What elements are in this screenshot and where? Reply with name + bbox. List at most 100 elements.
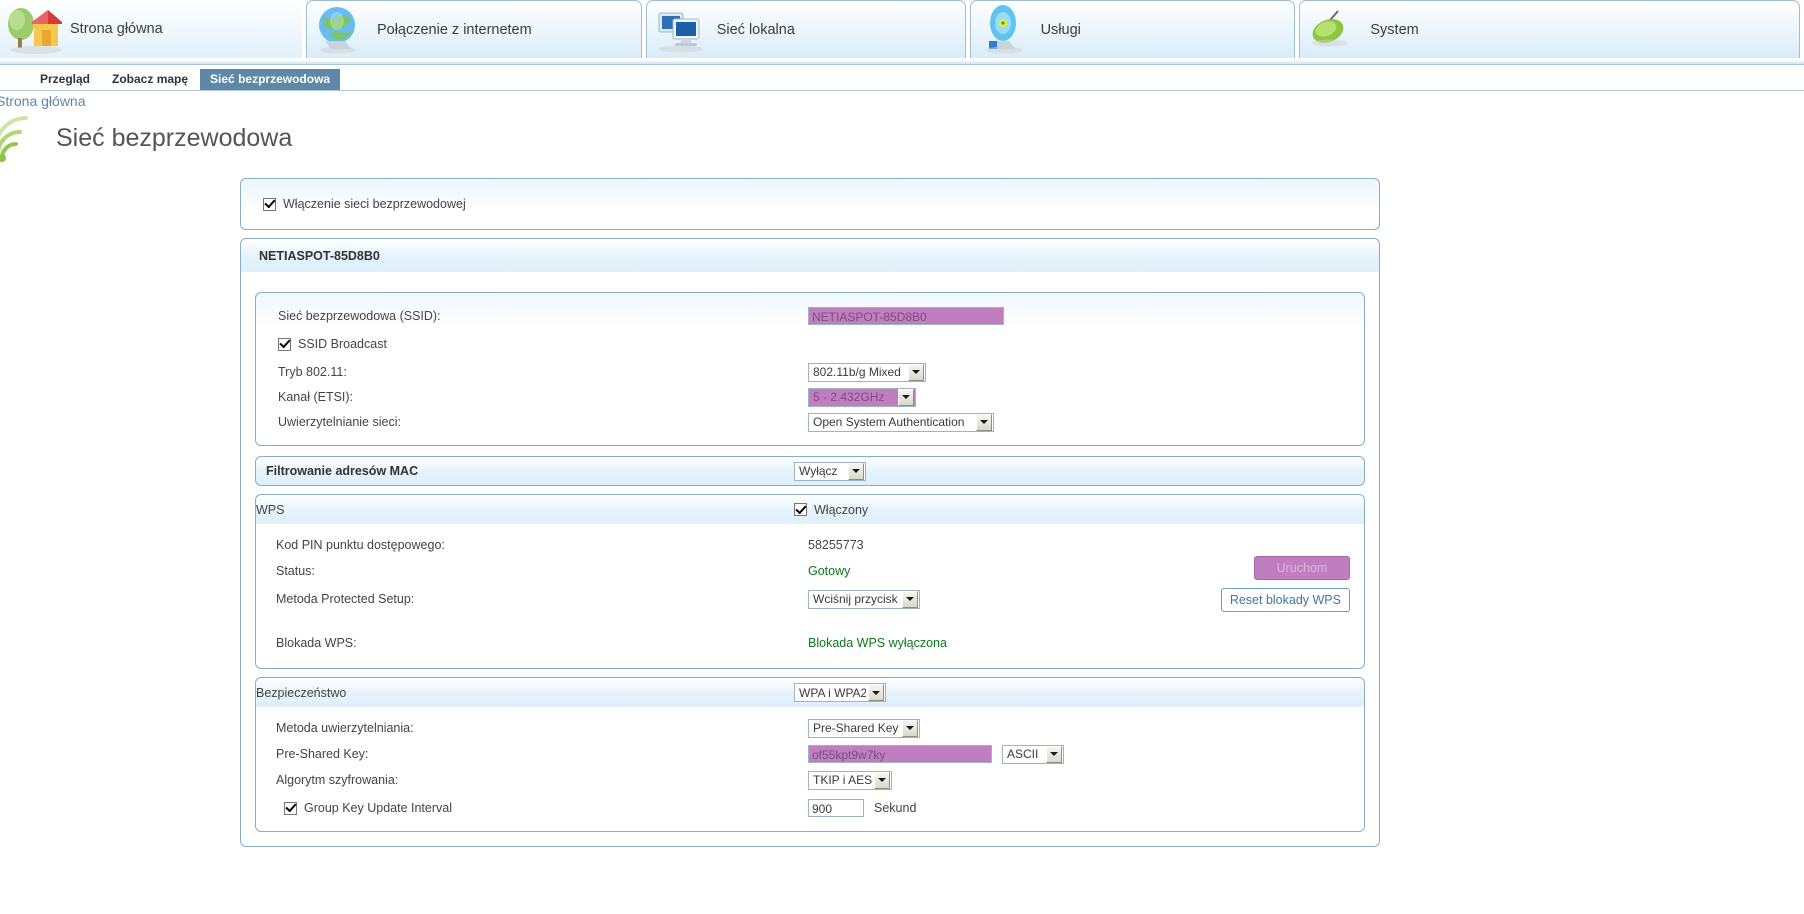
security-header: Bezpieczeństwo WPA i WPA2 (255, 677, 1365, 707)
secondary-navigation: Przegląd Zobacz mapę Sieć bezprzewodowa (0, 68, 1804, 90)
psk-input[interactable]: of55kpt9w7ky (808, 745, 992, 763)
chevron-down-icon[interactable] (908, 363, 924, 381)
cipher-value: TKIP i AES (813, 773, 872, 787)
mode-label: Tryb 802.11: (278, 365, 347, 379)
wps-lock-label: Blokada WPS: (276, 636, 357, 650)
mode-select[interactable]: 802.11b/g Mixed (808, 362, 926, 382)
ssid-group-body: Sieć bezprzewodowa (SSID): NETIASPOT-85D… (240, 272, 1380, 847)
auth-select[interactable]: Open System Authentication (808, 412, 994, 432)
psk-label: Pre-Shared Key: (276, 747, 369, 761)
security-mode-value: WPA i WPA2 (799, 685, 866, 700)
page-header: Sieć bezprzewodowa (0, 112, 292, 164)
mac-filter-value: Wyłącz (799, 464, 838, 478)
chevron-down-icon[interactable] (874, 771, 890, 789)
nav-underline (0, 60, 1804, 65)
two-monitors-icon (651, 3, 711, 57)
row-auth: Uwierzytelnianie sieci: Open System Auth… (256, 411, 1364, 433)
subnav-item-przeglad[interactable]: Przegląd (30, 69, 100, 90)
channel-label: Kanał (ETSI): (278, 390, 354, 404)
subnav-item-zobacz-mape[interactable]: Zobacz mapę (102, 69, 198, 90)
psk-format-value: ASCII (1007, 747, 1039, 761)
mac-filter-bar: Filtrowanie adresów MAC Wyłącz (255, 456, 1365, 486)
row-cipher: Algorytm szyfrowania: TKIP i AES (256, 769, 1364, 791)
auth-label: Uwierzytelnianie sieci: (278, 415, 401, 429)
group-key-update-checkbox[interactable] (284, 801, 297, 815)
chevron-down-icon[interactable] (976, 413, 992, 431)
wps-title: WPS (256, 502, 285, 517)
wireless-enable-label: Włączenie sieci bezprzewodowej (283, 197, 466, 211)
blue-disc-icon (975, 3, 1035, 57)
chevron-down-icon[interactable] (902, 719, 918, 737)
channel-select[interactable]: 5 - 2.432GHz (808, 387, 916, 407)
primary-navigation: Strona główna Połączenie z internetem Si… (0, 0, 1804, 64)
row-channel: Kanał (ETSI): 5 - 2.432GHz (256, 386, 1364, 408)
security-mode-select[interactable]: WPA i WPA2 (794, 683, 886, 702)
ssid-broadcast-checkbox[interactable] (278, 337, 291, 351)
mode-select-value: 802.11b/g Mixed (813, 365, 901, 379)
row-auth-method: Metoda uwierzytelniania: Pre-Shared Key (256, 717, 1364, 739)
row-group-key-update: Group Key Update Interval 900 Sekund (256, 797, 1364, 819)
auth-method-label: Metoda uwierzytelniania: (276, 721, 414, 735)
green-gear-icon (1304, 3, 1364, 57)
row-ssid-broadcast: SSID Broadcast (256, 333, 1364, 355)
chevron-down-icon[interactable] (1046, 745, 1062, 763)
nav-tab-label: Usługi (1040, 21, 1081, 38)
wps-start-button-wrap: Uruchom (1254, 556, 1350, 580)
security-section: Bezpieczeństwo WPA i WPA2 Metoda uwierzy… (255, 677, 1365, 832)
auth-select-value: Open System Authentication (813, 415, 965, 429)
row-psk: Pre-Shared Key: of55kpt9w7ky ASCII (256, 743, 1364, 765)
nav-tab-label: Połączenie z internetem (376, 21, 532, 38)
house-tree-icon (4, 2, 64, 56)
chevron-down-icon[interactable] (868, 684, 884, 701)
row-ssid: Sieć bezprzewodowa (SSID): NETIASPOT-85D… (256, 305, 1364, 327)
breadcrumb[interactable]: Strona główna (0, 93, 86, 109)
wps-method-label: Metoda Protected Setup: (276, 592, 415, 606)
cipher-select[interactable]: TKIP i AES (808, 770, 892, 790)
mac-filter-title: Filtrowanie adresów MAC (266, 464, 419, 478)
wps-status-label: Status: (276, 564, 315, 578)
ssid-label: Sieć bezprzewodowa (SSID): (278, 309, 441, 323)
group-key-update-label: Group Key Update Interval (304, 801, 452, 815)
row-wps-method: Metoda Protected Setup: Wciśnij przycisk (256, 588, 1364, 610)
nav-tab-uslugi[interactable]: Usługi (969, 0, 1296, 58)
wps-enabled-label: Włączony (814, 502, 869, 517)
wps-start-button[interactable]: Uruchom (1254, 556, 1350, 580)
wps-pin-value: 58255773 (808, 538, 864, 552)
wps-pin-label: Kod PIN punktu dostępowego: (276, 538, 445, 552)
ssid-group: NETIASPOT-85D8B0 Sieć bezprzewodowa (SSI… (240, 238, 1380, 847)
ssid-broadcast-label: SSID Broadcast (298, 337, 387, 351)
psk-format-select[interactable]: ASCII (1002, 744, 1064, 764)
ssid-input[interactable]: NETIASPOT-85D8B0 (808, 307, 1004, 325)
security-title: Bezpieczeństwo (256, 685, 347, 700)
nav-tab-polaczenie-z-internetem[interactable]: Połączenie z internetem (305, 0, 642, 58)
chevron-down-icon[interactable] (898, 388, 914, 406)
nav-tab-strona-glowna[interactable]: Strona główna (0, 0, 302, 58)
globe-icon (311, 3, 371, 57)
wps-status-value: Gotowy (808, 564, 851, 578)
nav-tab-siec-lokalna[interactable]: Sieć lokalna (645, 0, 966, 58)
chevron-down-icon[interactable] (902, 590, 918, 608)
page-title: Sieć bezprzewodowa (56, 123, 293, 152)
wps-reset-button-wrap: Reset blokady WPS (1220, 588, 1350, 612)
auth-method-select[interactable]: Pre-Shared Key (808, 718, 920, 738)
mac-filter-select[interactable]: Wyłącz (794, 461, 866, 481)
ssid-settings-panel: Sieć bezprzewodowa (SSID): NETIASPOT-85D… (255, 292, 1365, 446)
nav-tab-system[interactable]: System (1299, 0, 1800, 58)
security-body: Metoda uwierzytelniania: Pre-Shared Key … (255, 707, 1365, 832)
wps-method-value: Wciśnij przycisk (813, 592, 898, 606)
wps-lock-value: Blokada WPS wyłączona (808, 636, 947, 650)
main-content: Włączenie sieci bezprzewodowej NETIASPOT… (240, 178, 1380, 855)
row-wps-pin: Kod PIN punktu dostępowego: 58255773 (256, 534, 1364, 556)
chevron-down-icon[interactable] (848, 462, 864, 480)
subnav-item-siec-bezprzewodowa[interactable]: Sieć bezprzewodowa (200, 68, 341, 90)
wps-section: WPS Włączony Kod PIN punktu dostępowego:… (255, 494, 1365, 669)
wireless-enable-checkbox[interactable] (263, 197, 276, 211)
subnav-divider (0, 90, 1804, 91)
row-wps-lock: Blokada WPS: Blokada WPS wyłączona (256, 632, 1364, 654)
wps-enabled-checkbox[interactable] (794, 503, 807, 516)
wps-method-select[interactable]: Wciśnij przycisk (808, 589, 920, 609)
wps-reset-lock-button[interactable]: Reset blokady WPS (1220, 588, 1350, 612)
wifi-signal-icon (0, 114, 48, 162)
nav-tab-label: System (1370, 21, 1419, 38)
group-key-update-input[interactable]: 900 (808, 799, 864, 817)
